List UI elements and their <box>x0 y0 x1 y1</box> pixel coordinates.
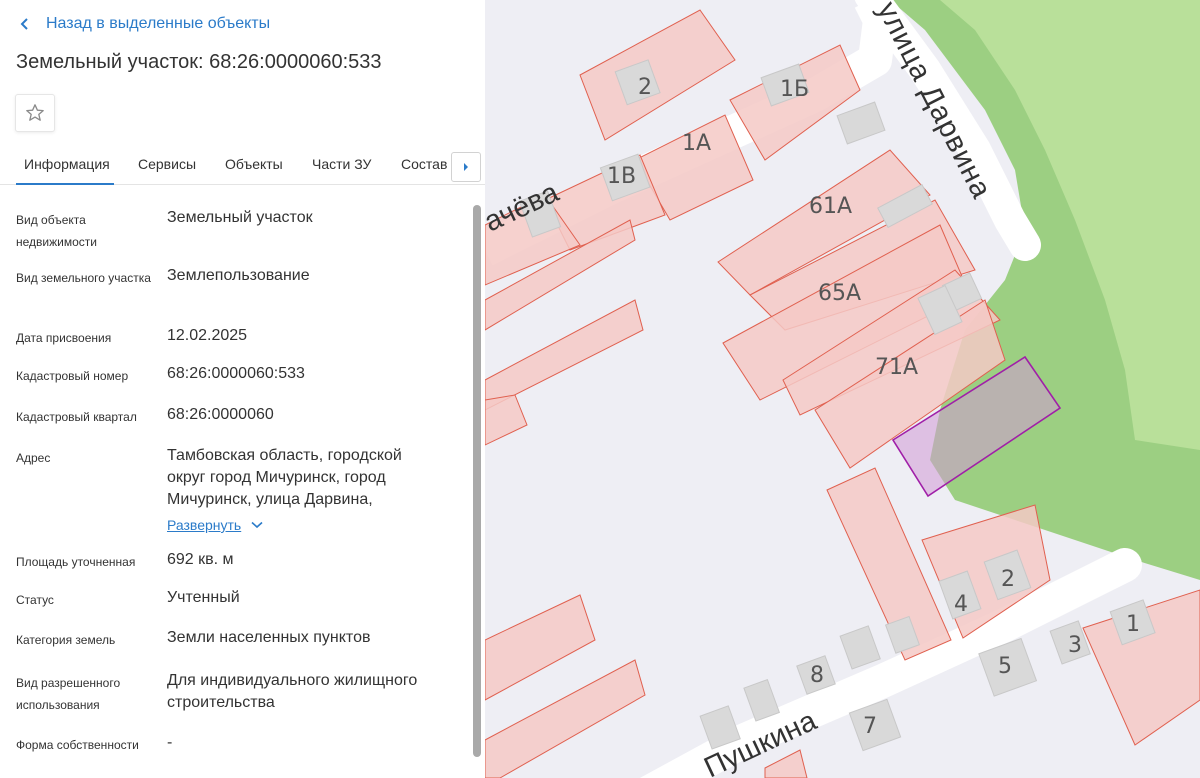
tab-objects[interactable]: Объекты <box>225 144 283 185</box>
tab-information[interactable]: Информация <box>16 144 114 185</box>
field-value: Земельный участок <box>167 209 313 226</box>
panel-scrollbar[interactable] <box>473 205 481 757</box>
field-label: Кадастровый номер <box>16 369 129 383</box>
chevron-left-icon <box>20 18 28 30</box>
expand-link-label: Развернуть <box>167 517 242 533</box>
tab-services[interactable]: Сервисы <box>138 144 196 185</box>
field-value: Для индивидуального жилищного строительс… <box>167 672 418 711</box>
field-label: Вид объекта недвижимости <box>16 213 97 249</box>
map-view[interactable]: улица Дарвина ачёва Пушкина 2 1Б 1А 1В 6… <box>485 0 1200 778</box>
field-label: Форма собственности <box>16 738 139 752</box>
house-number: 7 <box>863 714 877 739</box>
back-link-label: Назад в выделенные объекты <box>46 15 271 32</box>
building <box>743 678 781 722</box>
field-label: Площадь уточненная <box>16 555 136 569</box>
house-number: 65А <box>818 281 861 306</box>
expand-link[interactable]: Развернуть <box>167 517 263 533</box>
house-number: 2 <box>1001 567 1015 592</box>
field-label: Вид земельного участка <box>16 271 151 285</box>
field-value: 692 кв. м <box>167 551 234 568</box>
field-value: Землепользование <box>167 267 310 284</box>
house-number: 2 <box>638 75 652 100</box>
field-label: Категория земель <box>16 633 116 647</box>
back-link[interactable]: Назад в выделенные объекты <box>20 13 270 35</box>
field-value: - <box>167 734 173 751</box>
favorite-button[interactable] <box>15 94 55 132</box>
chevron-down-icon <box>251 521 263 529</box>
parcel <box>485 594 596 701</box>
star-icon <box>26 104 44 121</box>
house-number: 71А <box>875 355 918 380</box>
parcel <box>485 394 528 446</box>
house-number: 1А <box>682 131 711 156</box>
house-number: 5 <box>998 654 1012 679</box>
tab-parts[interactable]: Части ЗУ <box>312 144 371 185</box>
house-number: 1Б <box>780 77 809 102</box>
house-number: 1В <box>607 164 636 189</box>
house-number: 4 <box>954 592 968 617</box>
field-value: Земли населенных пунктов <box>167 629 371 646</box>
field-label: Статус <box>16 593 54 607</box>
field-value: 12.02.2025 <box>167 327 248 344</box>
field-value: Учтенный <box>167 589 240 606</box>
tab-composition[interactable]: Состав <box>401 144 447 185</box>
field-label: Кадастровый квартал <box>16 410 137 424</box>
house-number: 1 <box>1126 612 1140 637</box>
page-title: Земельный участок: 68:26:0000060:533 <box>16 51 382 73</box>
map-canvas: улица Дарвина ачёва Пушкина 2 1Б 1А 1В 6… <box>485 0 1200 778</box>
parcel <box>485 299 644 411</box>
house-number: 8 <box>810 663 824 688</box>
house-number: 3 <box>1068 633 1082 658</box>
building <box>839 625 881 670</box>
field-value: 68:26:0000060:533 <box>167 365 305 382</box>
field-label: Вид разрешенного использования <box>16 676 121 712</box>
house-number: 61А <box>809 194 852 219</box>
info-panel: Назад в выделенные объекты Земельный уча… <box>0 0 485 778</box>
field-label: Адрес <box>16 451 51 465</box>
field-value: Тамбовская область, городской округ горо… <box>167 447 402 508</box>
parcel <box>579 9 736 141</box>
caret-right-icon <box>464 163 468 171</box>
tabs-next-button[interactable] <box>451 152 481 182</box>
field-value: 68:26:0000060 <box>167 406 274 423</box>
tab-bar: Информация Сервисы Объекты Части ЗУ Сост… <box>0 144 485 185</box>
building <box>836 101 886 145</box>
field-label: Дата присвоения <box>16 331 112 345</box>
